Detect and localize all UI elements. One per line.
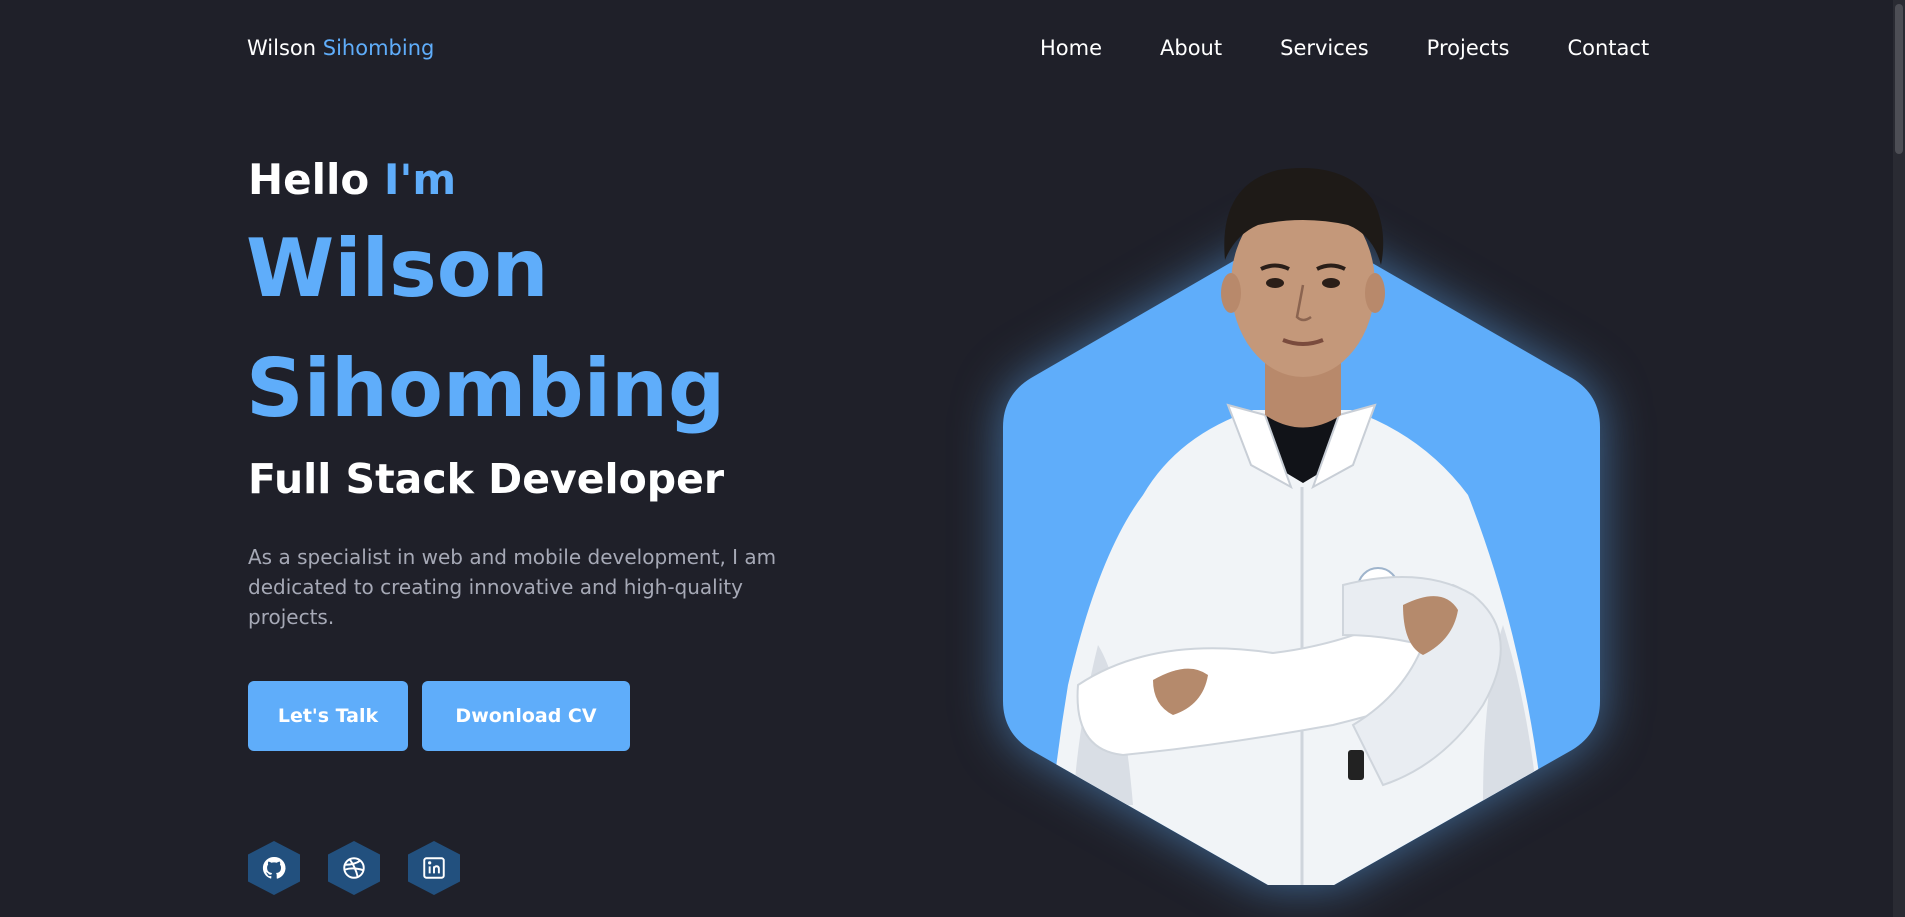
hero-first-name: Wilson: [246, 222, 549, 315]
download-cv-button[interactable]: Dwonload CV: [422, 681, 630, 751]
hero-image-container: del: [1003, 165, 1600, 885]
dribbble-link[interactable]: [328, 841, 380, 895]
im-text: I'm: [383, 155, 457, 204]
github-icon: [262, 856, 286, 879]
site-logo[interactable]: Wilson Sihombing: [247, 36, 434, 60]
hero-greeting: Hello I'm: [248, 155, 456, 204]
hello-text: Hello: [248, 155, 370, 204]
linkedin-link[interactable]: [408, 841, 460, 895]
nav-link-home[interactable]: Home: [1040, 36, 1102, 60]
hero-role: Full Stack Developer: [248, 455, 725, 503]
lets-talk-button[interactable]: Let's Talk: [248, 681, 408, 751]
scrollbar-thumb[interactable]: [1895, 4, 1903, 154]
page: Wilson Sihombing Home About Services Pro…: [0, 0, 1905, 917]
nav-link-about[interactable]: About: [1160, 36, 1222, 60]
main-nav: Home About Services Projects Contact: [1040, 36, 1649, 60]
nav-link-services[interactable]: Services: [1280, 36, 1369, 60]
github-link[interactable]: [248, 841, 300, 895]
profile-photo: del: [1043, 168, 1548, 885]
nav-link-contact[interactable]: Contact: [1567, 36, 1649, 60]
hero-last-name: Sihombing: [246, 342, 726, 435]
hero-description: As a specialist in web and mobile develo…: [248, 545, 777, 629]
nav-link-projects[interactable]: Projects: [1427, 36, 1510, 60]
dribbble-icon: [343, 857, 365, 879]
linkedin-icon: [423, 857, 445, 879]
logo-last-name: Sihombing: [322, 36, 435, 60]
logo-first-name: Wilson: [247, 36, 317, 60]
scrollbar[interactable]: [1893, 0, 1905, 917]
